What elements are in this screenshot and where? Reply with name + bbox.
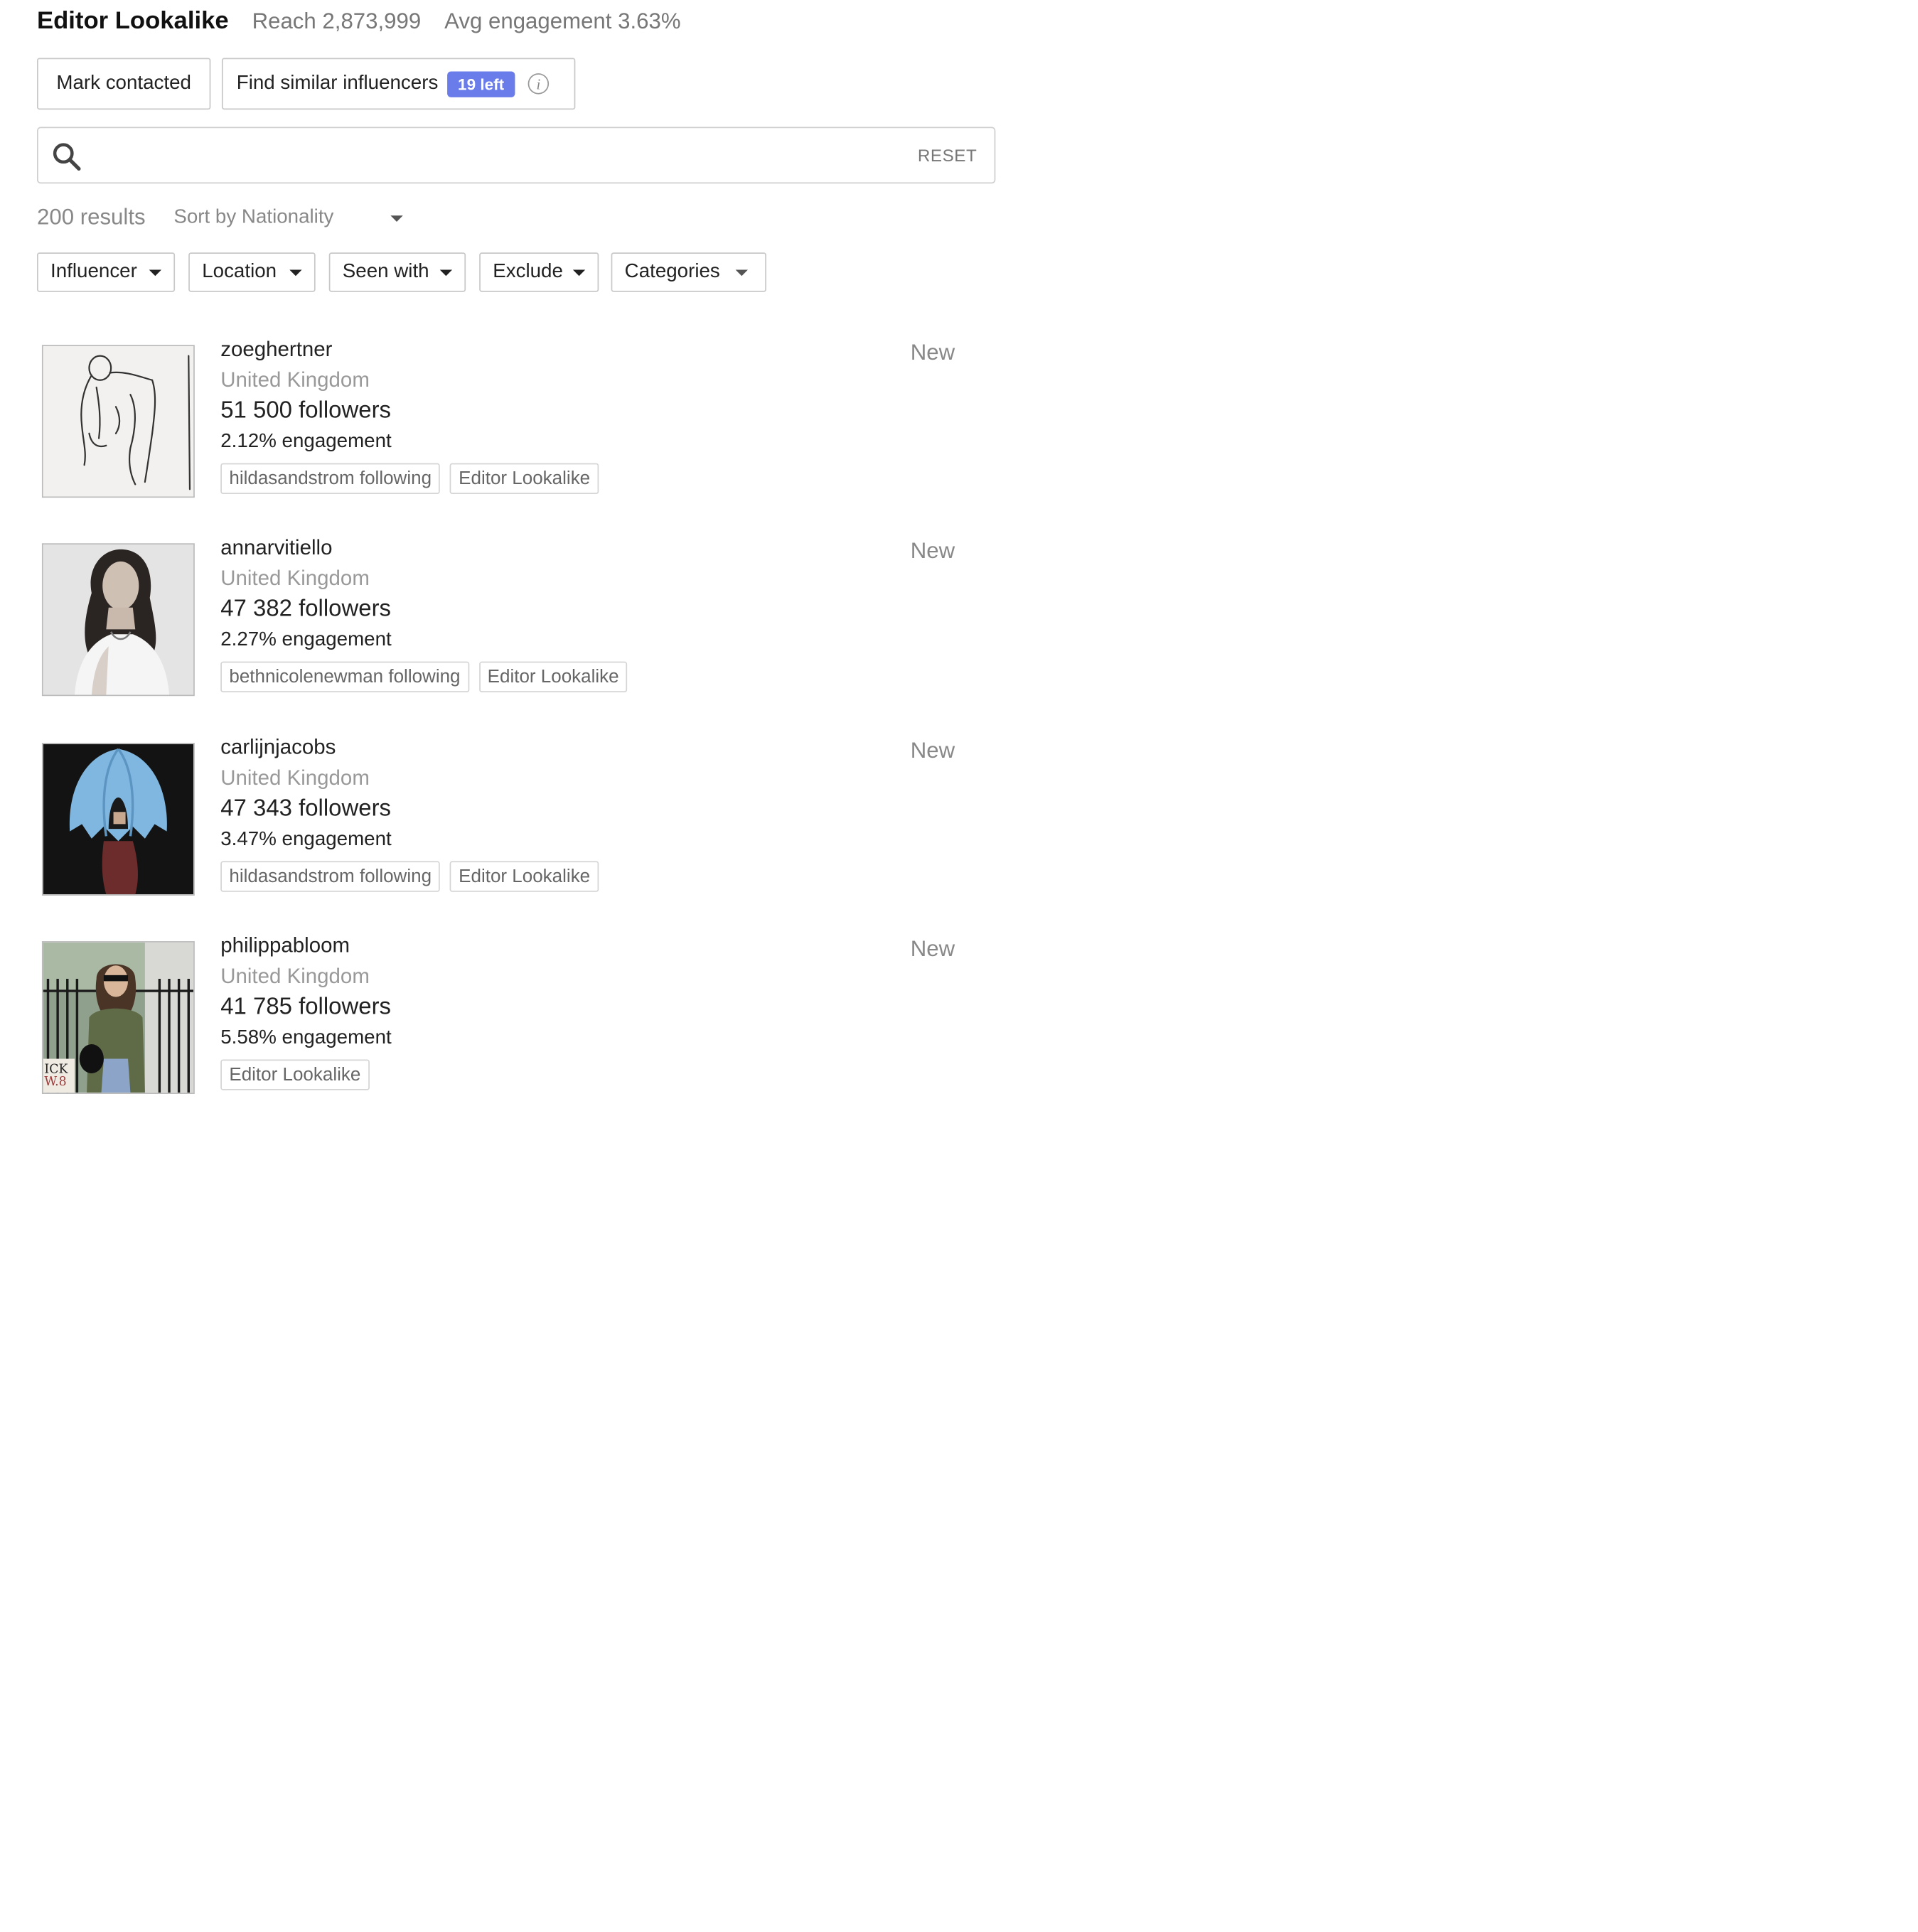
tag[interactable]: hildasandstrom following xyxy=(220,861,441,892)
photo-text-line: W.8 xyxy=(44,1075,67,1090)
influencer-engagement: 2.12% engagement xyxy=(220,431,392,453)
app-root: Editor Lookalike Reach 2,873,999 Avg eng… xyxy=(0,0,1918,1932)
tag-list: hildasandstrom following Editor Lookalik… xyxy=(220,861,609,892)
influencer-followers: 51 500 followers xyxy=(220,397,392,424)
search-icon xyxy=(50,141,82,173)
search-input[interactable] xyxy=(100,138,943,176)
svg-text:i: i xyxy=(537,77,541,93)
influencer-country: United Kingdom xyxy=(220,368,370,392)
avatar[interactable] xyxy=(41,345,195,498)
status-badge: New xyxy=(910,340,955,365)
chevron-down-icon xyxy=(572,269,586,276)
remaining-badge: 19 left xyxy=(446,70,515,97)
chevron-down-icon xyxy=(439,269,453,276)
status-badge: New xyxy=(910,936,955,961)
influencer-followers: 47 343 followers xyxy=(220,795,392,822)
influencer-followers: 47 382 followers xyxy=(220,596,392,623)
influencer-engagement: 5.58% engagement xyxy=(220,1027,392,1048)
tag[interactable]: Editor Lookalike xyxy=(478,661,628,693)
filter-label: Location xyxy=(202,261,277,282)
photo-text: ICK W.8 xyxy=(44,1064,68,1089)
influencer-engagement: 3.47% engagement xyxy=(220,829,392,850)
filter-label: Seen with xyxy=(342,261,429,282)
list-item: annarvitiello United Kingdom 47 382 foll… xyxy=(41,536,978,703)
influencer-username[interactable]: zoeghertner xyxy=(220,338,609,363)
reset-button[interactable]: RESET xyxy=(918,146,977,166)
filter-seen-with[interactable]: Seen with xyxy=(328,252,466,292)
list-item: zoeghertner United Kingdom 51 500 follow… xyxy=(41,338,978,505)
influencer-engagement: 2.27% engagement xyxy=(220,629,392,651)
info-icon[interactable]: i xyxy=(527,73,550,95)
engagement-stat: Avg engagement 3.63% xyxy=(444,9,681,33)
mark-contacted-label: Mark contacted xyxy=(56,73,191,94)
list-item: ICK W.8 philippabloom United Kingdom 41 … xyxy=(41,934,978,1101)
filter-label: Categories xyxy=(624,261,720,282)
filter-influencer[interactable]: Influencer xyxy=(36,252,176,292)
avatar[interactable]: ICK W.8 xyxy=(41,941,195,1094)
tag-list: bethnicolenewman following Editor Lookal… xyxy=(220,661,637,693)
influencer-username[interactable]: philippabloom xyxy=(220,934,392,959)
sort-label: Sort by Nationality xyxy=(173,207,334,228)
influencer-country: United Kingdom xyxy=(220,965,370,988)
status-badge: New xyxy=(910,738,955,763)
tag-list: hildasandstrom following Editor Lookalik… xyxy=(220,463,609,494)
filter-label: Influencer xyxy=(50,261,137,282)
page-title: Editor Lookalike xyxy=(36,7,229,35)
influencer-country: United Kingdom xyxy=(220,766,370,790)
sort-dropdown[interactable]: Sort by Nationality xyxy=(173,207,403,229)
influencer-country: United Kingdom xyxy=(220,567,370,591)
chevron-down-icon xyxy=(390,215,403,222)
reach-stat: Reach 2,873,999 xyxy=(252,9,422,33)
find-similar-label: Find similar influencers xyxy=(236,73,439,94)
filter-exclude[interactable]: Exclude xyxy=(479,252,599,292)
influencer-followers: 41 785 followers xyxy=(220,994,392,1021)
influencer-info: philippabloom United Kingdom 41 785 foll… xyxy=(220,934,392,1090)
find-similar-button[interactable]: Find similar influencers 19 left i xyxy=(221,58,576,110)
mark-contacted-button[interactable]: Mark contacted xyxy=(36,58,211,110)
filter-label: Exclude xyxy=(493,261,563,282)
influencer-username[interactable]: annarvitiello xyxy=(220,536,637,561)
avatar[interactable] xyxy=(41,743,195,896)
list-item: carlijnjacobs United Kingdom 47 343 foll… xyxy=(41,736,978,903)
chevron-down-icon xyxy=(149,269,162,276)
influencer-info: zoeghertner United Kingdom 51 500 follow… xyxy=(220,338,609,494)
page-header: Editor Lookalike Reach 2,873,999 Avg eng… xyxy=(37,7,704,36)
filter-location[interactable]: Location xyxy=(188,252,316,292)
tag[interactable]: bethnicolenewman following xyxy=(220,661,469,693)
results-count: 200 results xyxy=(36,204,146,230)
tag[interactable]: Editor Lookalike xyxy=(450,463,599,494)
tag-list: Editor Lookalike xyxy=(220,1059,392,1090)
avatar[interactable] xyxy=(41,543,195,697)
tag[interactable]: hildasandstrom following xyxy=(220,463,441,494)
influencer-info: annarvitiello United Kingdom 47 382 foll… xyxy=(220,536,637,693)
tag[interactable]: Editor Lookalike xyxy=(450,861,599,892)
status-badge: New xyxy=(910,538,955,564)
tag[interactable]: Editor Lookalike xyxy=(220,1059,370,1090)
influencer-info: carlijnjacobs United Kingdom 47 343 foll… xyxy=(220,736,609,892)
search-bar: RESET xyxy=(36,127,996,184)
influencer-username[interactable]: carlijnjacobs xyxy=(220,736,609,761)
filter-categories[interactable]: Categories xyxy=(611,252,766,292)
chevron-down-icon xyxy=(289,269,302,276)
chevron-down-icon xyxy=(735,269,748,276)
